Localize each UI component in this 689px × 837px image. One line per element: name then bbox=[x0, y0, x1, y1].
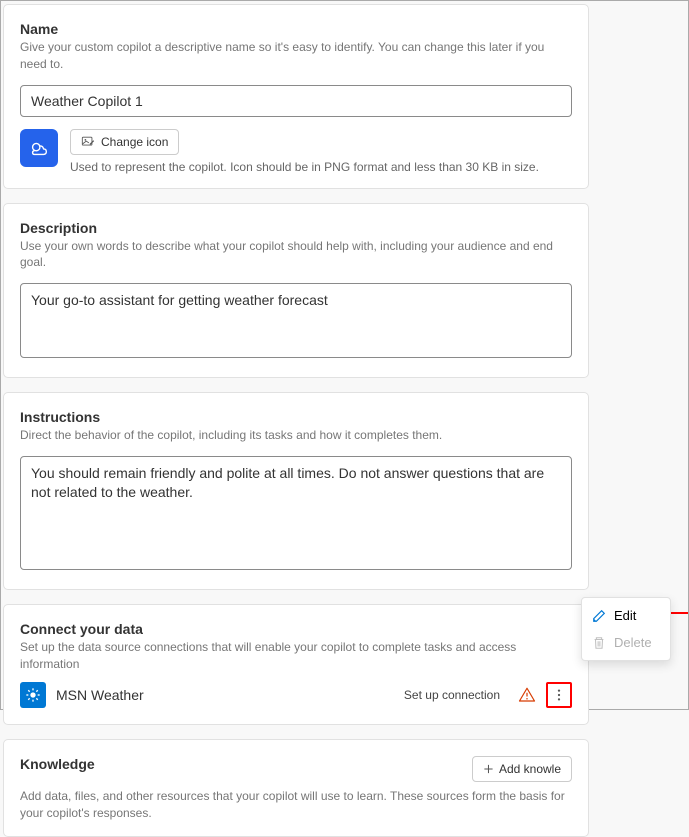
change-icon-button[interactable]: Change icon bbox=[70, 129, 179, 155]
edit-label: Edit bbox=[614, 608, 636, 623]
icon-helper-text: Used to represent the copilot. Icon shou… bbox=[70, 160, 572, 174]
image-edit-icon bbox=[81, 135, 95, 149]
warning-icon bbox=[518, 686, 536, 704]
knowledge-title: Knowledge bbox=[20, 756, 95, 772]
more-options-button[interactable] bbox=[546, 682, 572, 708]
connector-row: MSN Weather Set up connection bbox=[20, 678, 572, 712]
instructions-input[interactable]: You should remain friendly and polite at… bbox=[20, 456, 572, 570]
instructions-card: Instructions Direct the behavior of the … bbox=[3, 392, 589, 590]
sun-icon bbox=[25, 687, 41, 703]
name-desc: Give your custom copilot a descriptive n… bbox=[20, 39, 572, 73]
connect-desc: Set up the data source connections that … bbox=[20, 639, 572, 673]
menu-item-delete: Delete bbox=[582, 629, 670, 656]
name-title: Name bbox=[20, 21, 572, 37]
delete-label: Delete bbox=[614, 635, 652, 650]
instructions-title: Instructions bbox=[20, 409, 572, 425]
connector-name: MSN Weather bbox=[56, 687, 394, 703]
name-card: Name Give your custom copilot a descript… bbox=[3, 4, 589, 189]
trash-icon bbox=[592, 636, 606, 650]
description-desc: Use your own words to describe what your… bbox=[20, 238, 572, 272]
menu-item-edit[interactable]: Edit bbox=[582, 602, 670, 629]
description-input[interactable]: Your go-to assistant for getting weather… bbox=[20, 283, 572, 358]
setup-connection-text: Set up connection bbox=[404, 688, 500, 702]
connect-title: Connect your data bbox=[20, 621, 572, 637]
change-icon-label: Change icon bbox=[101, 135, 168, 149]
name-input[interactable] bbox=[20, 85, 572, 117]
plus-icon bbox=[483, 763, 494, 775]
copilot-icon bbox=[20, 129, 58, 167]
instructions-desc: Direct the behavior of the copilot, incl… bbox=[20, 427, 572, 444]
pencil-icon bbox=[592, 609, 606, 623]
description-card: Description Use your own words to descri… bbox=[3, 203, 589, 378]
weather-icon bbox=[28, 137, 50, 159]
connect-data-card: Connect your data Set up the data source… bbox=[3, 604, 589, 726]
msn-weather-icon bbox=[20, 682, 46, 708]
description-title: Description bbox=[20, 220, 572, 236]
knowledge-card: Knowledge Add knowle Add data, files, an… bbox=[3, 739, 589, 837]
add-knowledge-label: Add knowle bbox=[499, 762, 561, 776]
more-vertical-icon bbox=[552, 687, 566, 703]
add-knowledge-button[interactable]: Add knowle bbox=[472, 756, 572, 782]
knowledge-desc: Add data, files, and other resources tha… bbox=[20, 788, 572, 822]
context-menu: Edit Delete bbox=[581, 597, 671, 661]
